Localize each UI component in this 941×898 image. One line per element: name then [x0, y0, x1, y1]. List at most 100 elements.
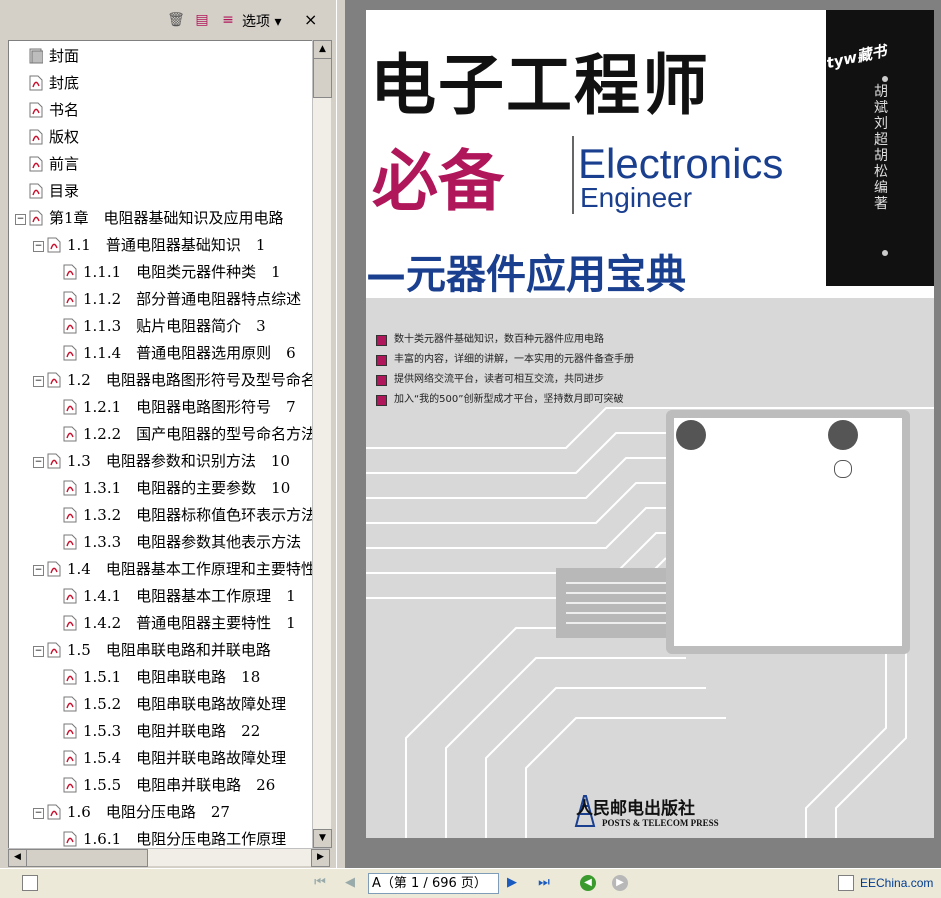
bookmark-item[interactable]: 1.3.2 电阻器标称值色环表示方法 — [9, 502, 313, 529]
scroll-thumb[interactable] — [313, 58, 332, 98]
pdf-bookmark-icon — [47, 642, 61, 658]
hscroll-thumb[interactable] — [26, 849, 148, 867]
bookmark-item[interactable]: − 1.3 电阻器参数和识别方法 10 — [9, 448, 309, 475]
bookmark-item[interactable]: 1.1.4 普通电阻器选用原则 6 — [9, 340, 309, 367]
bookmark-item[interactable]: 1.4.2 普通电阻器主要特性 1 — [9, 610, 309, 637]
bookmark-item[interactable]: 1.1.3 贴片电阻器简介 3 — [9, 313, 309, 340]
collapse-toggle-icon[interactable]: − — [33, 457, 44, 468]
bookmark-item[interactable]: 1.4.1 电阻器基本工作原理 1 — [9, 583, 309, 610]
bookmark-item[interactable]: − 第1章 电阻器基础知识及应用电路 — [9, 205, 309, 232]
pdf-bookmark-icon — [29, 75, 43, 91]
options-menu-button[interactable]: 选项 ▾ — [242, 11, 281, 31]
page-number-field[interactable]: A（第 1 / 696 页） — [368, 873, 499, 894]
pdf-bookmark-icon — [63, 615, 77, 631]
bookmark-item[interactable]: 封面 — [9, 43, 309, 70]
cover-title-en: Electronics — [578, 140, 784, 187]
collapse-toggle-icon[interactable]: − — [33, 565, 44, 576]
bookmark-item[interactable]: − 1.5 电阻串联电路和并联电路 — [9, 637, 309, 664]
bookmark-label: 封底 — [49, 74, 80, 92]
new-bookmark-icon[interactable]: ▤ — [192, 10, 212, 30]
pdf-bookmark-icon — [47, 804, 61, 820]
cover-page: 电子工程师 必备 Electronics Engineer —元器件应用宝典 t… — [366, 10, 934, 838]
bookmark-label: 1.2.2 国产电阻器的型号命名方法 — [83, 425, 314, 443]
pdf-bookmark-icon — [63, 426, 77, 442]
pdf-bookmark-icon — [63, 507, 77, 523]
bookmark-item[interactable]: 1.6.1 电阻分压电路工作原理 — [9, 826, 309, 849]
bookmark-label: 第1章 电阻器基础知识及应用电路 — [49, 209, 284, 227]
feature-item: 丰富的内容，详细的讲解，一本实用的元器件备查手册 — [374, 350, 634, 370]
scroll-up-icon[interactable]: ▲ — [313, 40, 332, 59]
author-sidebar: tyw藏书 胡斌 刘超 胡松 编著 — [824, 10, 934, 286]
bookmark-item[interactable]: 1.2.2 国产电阻器的型号命名方法 — [9, 421, 313, 448]
bookmark-item[interactable]: 1.5.3 电阻并联电路 22 — [9, 718, 309, 745]
pdf-bookmark-icon — [63, 480, 77, 496]
first-page-icon[interactable]: ⏮ — [312, 875, 328, 891]
bookmarks-toolbar: 🗑 ▤ ≡ 选项 ▾ × — [0, 0, 336, 38]
expand-bookmark-icon[interactable]: ≡ — [218, 10, 238, 30]
collapse-toggle-icon[interactable]: − — [33, 646, 44, 657]
bookmark-item[interactable]: 1.5.5 电阻串并联电路 26 — [9, 772, 309, 799]
bookmark-item[interactable]: − 1.4 电阻器基本工作原理和主要特性 — [9, 556, 313, 583]
bookmark-item[interactable]: 封底 — [9, 70, 309, 97]
bookmark-item[interactable]: 1.5.1 电阻串联电路 18 — [9, 664, 309, 691]
pdf-bookmark-icon — [63, 750, 77, 766]
collapse-toggle-icon[interactable]: − — [33, 808, 44, 819]
bookmark-item[interactable]: 书名 — [9, 97, 309, 124]
collapse-toggle-icon[interactable]: − — [33, 376, 44, 387]
bookmark-item[interactable]: 前言 — [9, 151, 309, 178]
go-forward-icon[interactable]: ▶ — [612, 875, 628, 891]
bookmark-item[interactable]: 1.3.3 电阻器参数其他表示方法 — [9, 529, 309, 556]
status-bar: ⏮ ◀ A（第 1 / 696 页） ▶ ⏭ ◀ ▶ — [0, 868, 941, 898]
pdf-bookmark-icon — [63, 777, 77, 793]
bookmark-item[interactable]: − 1.2 电阻器电路图形符号及型号命名 — [9, 367, 313, 394]
go-back-icon[interactable]: ◀ — [580, 875, 596, 891]
collapse-toggle-icon[interactable]: − — [33, 241, 44, 252]
side-dot-top — [882, 76, 888, 82]
pdf-bookmark-icon — [47, 237, 61, 253]
bookmark-item[interactable]: 1.1.1 电阻类元器件种类 1 — [9, 259, 309, 286]
collector-tag: tyw藏书 — [824, 41, 889, 73]
bookmark-item[interactable]: 目录 — [9, 178, 309, 205]
pdf-bookmark-icon — [63, 399, 77, 415]
pdf-bookmark-icon — [63, 588, 77, 604]
vertical-scrollbar[interactable]: ▲ ▼ — [312, 40, 332, 848]
bookmark-item[interactable]: 1.5.2 电阻串联电路故障处理 — [9, 691, 309, 718]
bookmark-item[interactable]: 1.3.1 电阻器的主要参数 10 — [9, 475, 309, 502]
scroll-down-icon[interactable]: ▼ — [313, 829, 332, 848]
options-icon[interactable] — [22, 875, 38, 891]
pdf-bookmark-icon — [63, 723, 77, 739]
bookmark-item[interactable]: 1.2.1 电阻器电路图形符号 7 — [9, 394, 309, 421]
bookmark-label: 1.6.1 电阻分压电路工作原理 — [83, 830, 287, 848]
bookmark-label: 1.5.1 电阻串联电路 18 — [83, 668, 261, 686]
next-page-icon[interactable]: ▶ — [504, 875, 520, 891]
pdf-bookmark-icon — [63, 831, 77, 847]
pdf-bookmark-icon — [63, 534, 77, 550]
single-page-icon[interactable] — [838, 875, 854, 891]
previous-page-icon[interactable]: ◀ — [342, 875, 358, 891]
bookmark-item[interactable]: 1.5.4 电阻并联电路故障处理 — [9, 745, 309, 772]
feature-list: 数十类元器件基础知识，数百种元器件应用电路 丰富的内容，详细的讲解，一本实用的元… — [374, 330, 634, 410]
bookmark-label: 版权 — [49, 128, 80, 146]
bookmark-label: 1.1.2 部分普通电阻器特点综述 — [83, 290, 302, 308]
bookmark-item[interactable]: − 1.1 普通电阻器基础知识 1 — [9, 232, 309, 259]
chip-hole — [676, 420, 706, 450]
pdf-bookmark-icon — [63, 264, 77, 280]
pdf-bookmark-icon — [29, 210, 43, 226]
bookmark-item[interactable]: 版权 — [9, 124, 309, 151]
pdf-bookmark-icon — [29, 102, 43, 118]
bookmark-item[interactable]: − 1.6 电阻分压电路 27 — [9, 799, 309, 826]
bookmark-label: 1.5 电阻串联电路和并联电路 — [67, 641, 271, 659]
feature-item: 数十类元器件基础知识，数百种元器件应用电路 — [374, 330, 634, 350]
scroll-right-icon[interactable]: ▶ — [311, 849, 330, 867]
last-page-icon[interactable]: ⏭ — [536, 875, 552, 891]
bookmark-label: 1.3.2 电阻器标称值色环表示方法 — [83, 506, 314, 524]
horizontal-scrollbar[interactable]: ◀ ▶ — [8, 848, 330, 867]
bookmark-item[interactable]: 1.1.2 部分普通电阻器特点综述 — [9, 286, 309, 313]
scroll-left-icon[interactable]: ◀ — [8, 849, 27, 867]
close-panel-button[interactable]: × — [304, 10, 317, 29]
pdf-bookmark-icon — [63, 318, 77, 334]
delete-icon[interactable]: 🗑 — [166, 10, 186, 30]
collapse-toggle-icon[interactable]: − — [15, 214, 26, 225]
chip-hole — [828, 420, 858, 450]
cover-title-accent: 必备 — [372, 143, 504, 220]
